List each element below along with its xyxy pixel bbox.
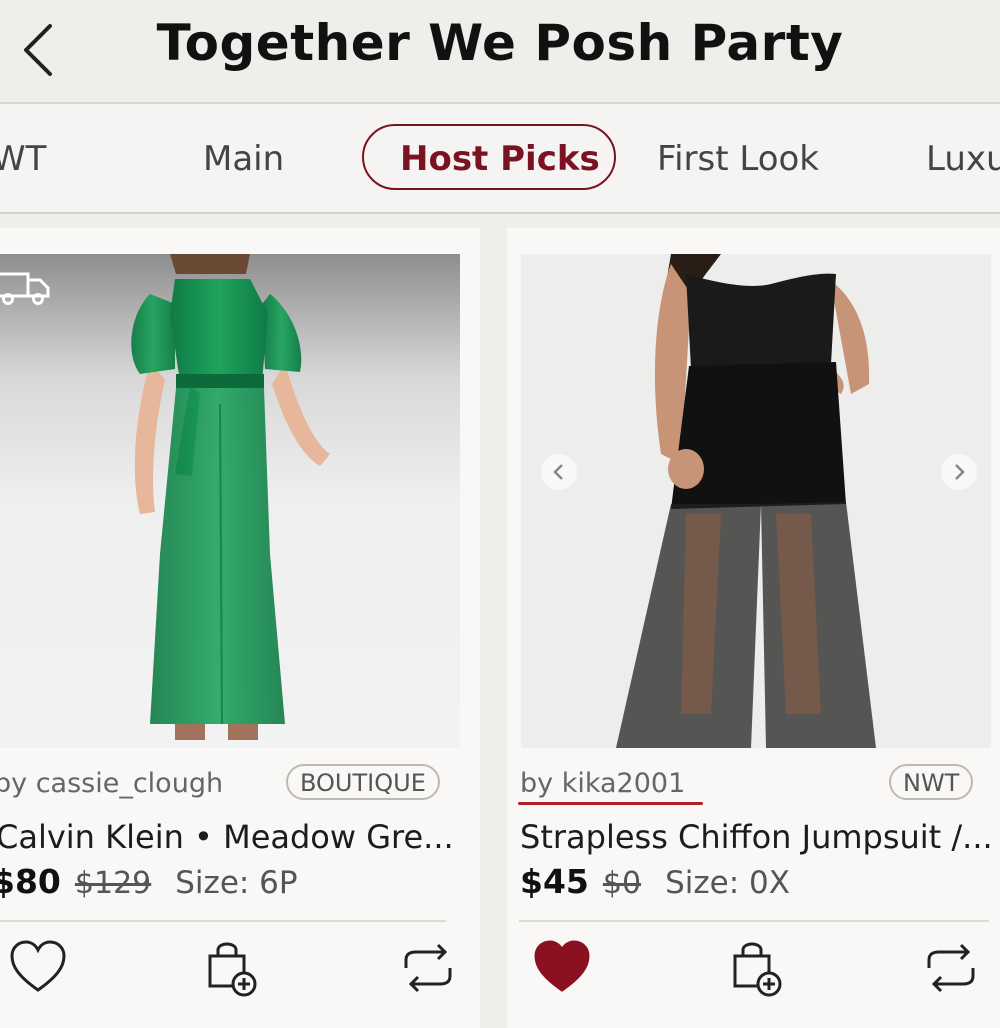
listing-card[interactable]: by cassie_clough BOUTIQUE Calvin Klein •… bbox=[0, 228, 480, 1028]
listing-photo-green-jumpsuit[interactable] bbox=[0, 254, 460, 748]
bag-add-icon[interactable] bbox=[727, 938, 787, 998]
listing-size: Size: 6P bbox=[175, 865, 298, 901]
page-title: Together We Posh Party bbox=[156, 14, 844, 72]
top-bar: Together We Posh Party bbox=[0, 0, 1000, 100]
price-row: $45 $0 Size: 0X bbox=[520, 862, 790, 901]
share-repeat-icon[interactable] bbox=[398, 938, 458, 998]
tab-host-picks[interactable]: Host Picks bbox=[362, 124, 616, 190]
listing-price: $45 bbox=[520, 862, 589, 901]
seller-link[interactable]: by kika2001 bbox=[520, 768, 685, 799]
listing-title[interactable]: Calvin Klein • Meadow Gre... bbox=[0, 818, 454, 856]
heart-icon-filled[interactable] bbox=[532, 938, 592, 998]
listing-price: $80 bbox=[0, 862, 61, 901]
listing-photo-black-jumpsuit[interactable] bbox=[521, 254, 991, 748]
listing-size: Size: 0X bbox=[665, 865, 790, 901]
tab-bar: WT Main Host Picks First Look Luxu bbox=[0, 104, 1000, 212]
seller-link[interactable]: by cassie_clough bbox=[0, 768, 223, 799]
bag-add-icon[interactable] bbox=[202, 938, 262, 998]
carousel-right-icon[interactable] bbox=[941, 454, 977, 490]
condition-badge: NWT bbox=[889, 764, 974, 800]
action-divider bbox=[0, 920, 446, 922]
price-row: $80 $129 Size: 6P bbox=[0, 862, 298, 901]
tabs-divider bbox=[0, 212, 1000, 214]
carousel-left-icon[interactable] bbox=[541, 454, 577, 490]
seller-underline bbox=[518, 802, 703, 805]
listing-title[interactable]: Strapless Chiffon Jumpsuit /... bbox=[520, 818, 993, 856]
share-repeat-icon[interactable] bbox=[921, 938, 981, 998]
tab-nwt[interactable]: WT bbox=[0, 126, 46, 192]
original-price: $129 bbox=[74, 866, 152, 901]
tab-luxury[interactable]: Luxu bbox=[926, 126, 1000, 192]
original-price: $0 bbox=[602, 866, 642, 901]
shipping-truck-icon bbox=[0, 272, 50, 305]
tab-main[interactable]: Main bbox=[203, 126, 284, 192]
tab-first-look[interactable]: First Look bbox=[657, 126, 819, 192]
heart-icon[interactable] bbox=[8, 938, 68, 998]
condition-badge: BOUTIQUE bbox=[286, 764, 440, 800]
listing-card[interactable]: by kika2001 NWT Strapless Chiffon Jumpsu… bbox=[507, 228, 1000, 1028]
action-divider bbox=[519, 920, 989, 922]
